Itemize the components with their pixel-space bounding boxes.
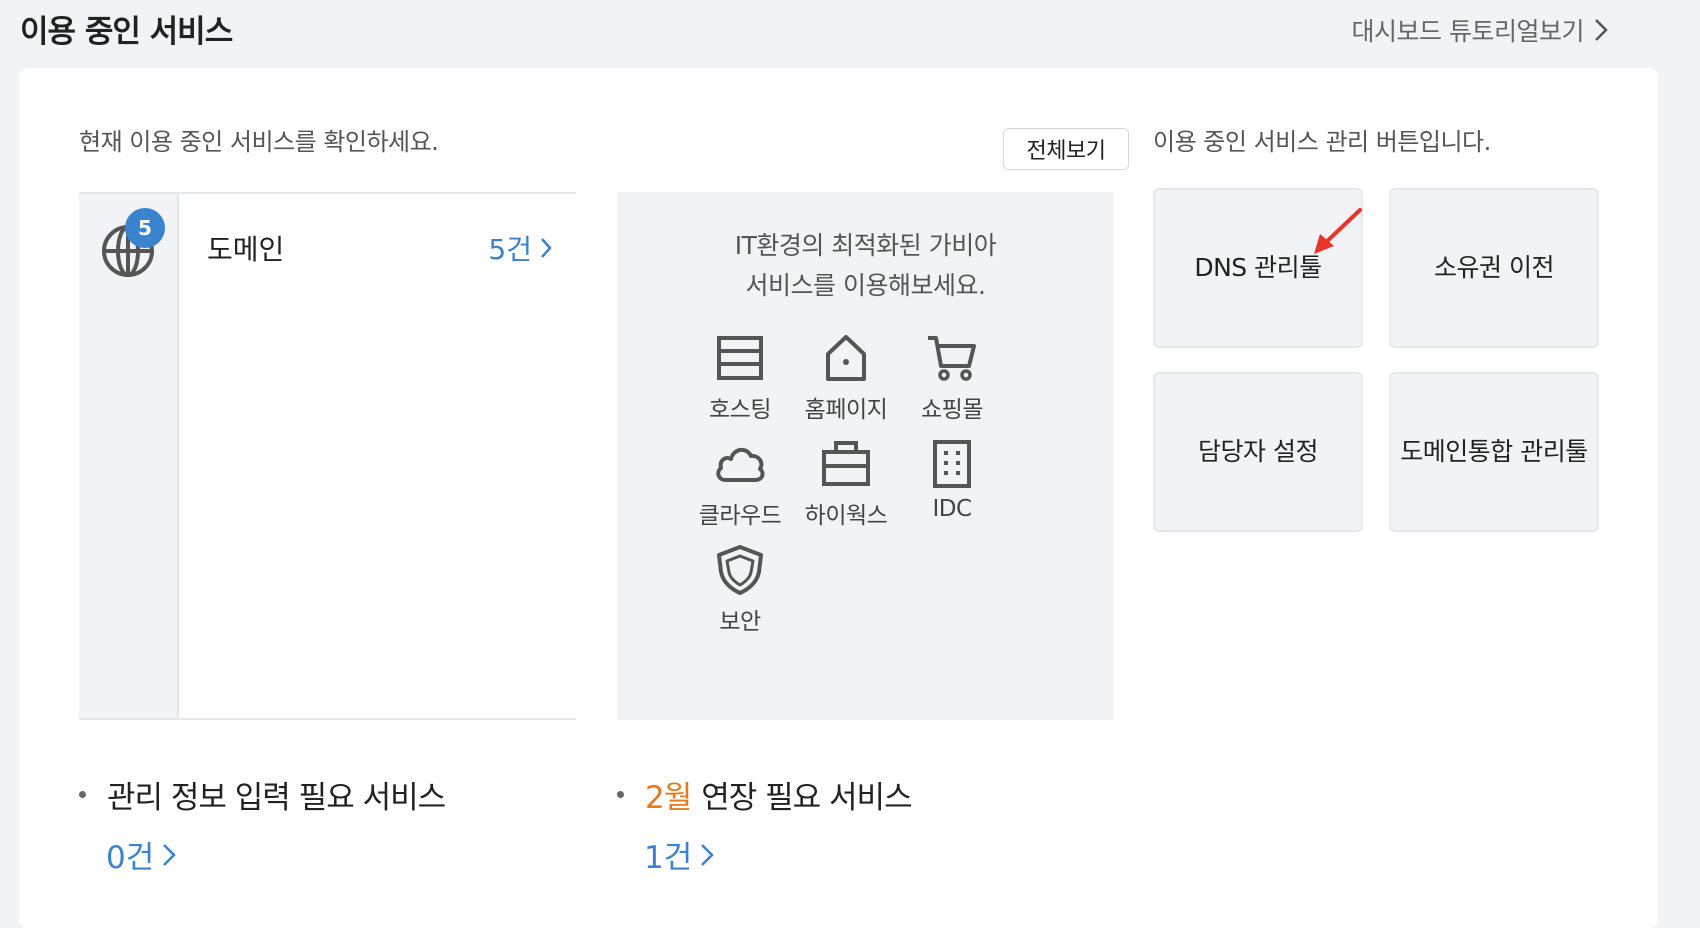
promo-item-label: 하이웍스 [804, 503, 888, 529]
ownership-transfer-button[interactable]: 소유권 이전 [1389, 188, 1599, 348]
promo-item-label: 홈페이지 [804, 397, 888, 423]
bullet-dot [617, 791, 624, 798]
domain-integrated-manager-button[interactable]: 도메인 통합 관리툴 [1389, 372, 1599, 532]
promo-item-hosting[interactable]: 호스팅 [685, 332, 795, 424]
info-needed-count-link[interactable]: 0건 [106, 832, 177, 877]
info-needed-count: 0건 [106, 840, 155, 876]
promo-item-label: 호스팅 [709, 397, 771, 423]
cloud-icon [716, 447, 765, 482]
chevron-right-icon [541, 238, 552, 258]
tutorial-link-label: 대시보드 튜토리얼보기 [1351, 17, 1585, 46]
promo-panel: IT환경의 최적화된 가비아 서비스를 이용해보세요. 호스팅 홈페이지 쇼핑몰… [617, 192, 1114, 720]
promo-item-shopping[interactable]: 쇼핑몰 [897, 332, 1007, 424]
renewal-month: 2월 [645, 780, 692, 816]
chevron-right-icon [1595, 19, 1608, 41]
shield-icon [717, 545, 763, 595]
chevron-right-icon [701, 843, 715, 866]
renewal-count-link[interactable]: 1건 [644, 832, 715, 877]
cart-icon [928, 336, 976, 381]
promo-item-homepage[interactable]: 홈페이지 [791, 332, 901, 424]
promo-item-label: 클라우드 [698, 503, 782, 529]
promo-item-hiworks[interactable]: 하이웍스 [791, 438, 901, 530]
chevron-right-icon [163, 843, 177, 866]
promo-item-label: IDC [932, 496, 972, 522]
promo-item-idc[interactable]: IDC [897, 438, 1007, 522]
info-needed-label: 관리 정보 입력 필요 서비스 [107, 780, 446, 816]
homepage-icon [826, 335, 866, 381]
domain-label: 도메인 [207, 233, 285, 266]
services-card: 현재 이용 중인 서비스를 확인하세요. 전체보기 5 도메인 5건 IT환경의… [19, 68, 1658, 928]
service-list: 5 도메인 5건 [79, 192, 576, 720]
management-description: 이용 중인 서비스 관리 버튼입니다. [1153, 128, 1491, 156]
info-needed-title: 관리 정보 입력 필요 서비스 [79, 772, 446, 817]
briefcase-icon [822, 441, 870, 486]
promo-line-1: IT환경의 최적화된 가비아 [734, 231, 997, 260]
domain-count-text: 5건 [488, 233, 532, 266]
bullet-dot [79, 791, 86, 798]
promo-item-cloud[interactable]: 클라우드 [685, 438, 795, 530]
services-description: 현재 이용 중인 서비스를 확인하세요. [79, 128, 439, 156]
promo-text: IT환경의 최적화된 가비아 서비스를 이용해보세요. [617, 226, 1114, 306]
page-title: 이용 중인 서비스 [20, 14, 233, 50]
tutorial-link[interactable]: 대시보드 튜토리얼보기 [1352, 12, 1608, 48]
promo-item-label: 보안 [719, 609, 761, 635]
domain-count-badge: 5 [125, 208, 165, 248]
domain-row[interactable]: 도메인 5건 [179, 194, 576, 718]
view-all-button[interactable]: 전체보기 [1003, 128, 1129, 170]
service-icon-column: 5 [79, 194, 179, 718]
hosting-icon [717, 336, 763, 380]
annotation-arrow-icon [1314, 208, 1362, 254]
promo-item-label: 쇼핑몰 [921, 397, 983, 423]
building-icon [933, 440, 971, 488]
button-label-line-1: 도메인 [1400, 437, 1468, 466]
domain-count-link[interactable]: 5건 [488, 228, 552, 268]
renewal-count: 1건 [644, 840, 693, 876]
button-label-line-2: 통합 관리툴 [1467, 437, 1588, 466]
promo-line-2: 서비스를 이용해보세요. [745, 271, 986, 300]
promo-item-security[interactable]: 보안 [685, 544, 795, 636]
renewal-title: 2월 연장 필요 서비스 [617, 772, 913, 817]
contact-settings-button[interactable]: 담당자 설정 [1153, 372, 1363, 532]
renewal-label: 연장 필요 서비스 [701, 780, 912, 816]
